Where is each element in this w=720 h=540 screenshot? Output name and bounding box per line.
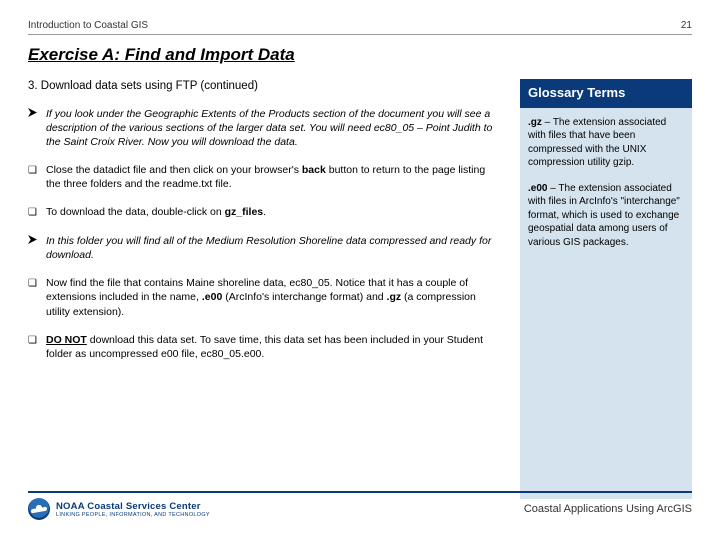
checkbox-bullet-icon: ❏ bbox=[28, 276, 46, 319]
logo-line2: LINKING PEOPLE, INFORMATION, AND TECHNOL… bbox=[56, 512, 210, 518]
list-item: If you look under the Geographic Extents… bbox=[28, 107, 506, 150]
list-item: ❏ Close the datadict file and then click… bbox=[28, 163, 506, 191]
item-text: Close the datadict file and then click o… bbox=[46, 163, 502, 191]
checkbox-bullet-icon: ❏ bbox=[28, 333, 46, 361]
glossary-entry: .e00 – The extension associated with fil… bbox=[528, 182, 684, 250]
item-text: To download the data, double-click on gz… bbox=[46, 205, 502, 220]
checkbox-bullet-icon: ❏ bbox=[28, 163, 46, 191]
footer-text: Coastal Applications Using ArcGIS bbox=[524, 503, 692, 515]
glossary-term: .e00 bbox=[528, 183, 547, 194]
list-item: ❏ DO NOT download this data set. To save… bbox=[28, 333, 506, 361]
glossary-def: – The extension associated with files in… bbox=[528, 183, 680, 248]
noaa-logo: NOAA Coastal Services Center LINKING PEO… bbox=[28, 498, 210, 520]
item-text: In this folder you will find all of the … bbox=[46, 234, 502, 262]
page-number: 21 bbox=[681, 20, 692, 31]
checkbox-bullet-icon: ❏ bbox=[28, 205, 46, 220]
section-subhead: 3. Download data sets using FTP (continu… bbox=[28, 79, 506, 95]
list-item: In this folder you will find all of the … bbox=[28, 234, 506, 262]
glossary-header: Glossary Terms bbox=[520, 79, 692, 108]
page-header: Introduction to Coastal GIS 21 bbox=[28, 20, 692, 35]
arrow-bullet-icon bbox=[28, 234, 46, 262]
exercise-title: Exercise A: Find and Import Data bbox=[28, 45, 692, 65]
noaa-seal-icon bbox=[28, 498, 50, 520]
arrow-bullet-icon bbox=[28, 107, 46, 150]
page-footer: NOAA Coastal Services Center LINKING PEO… bbox=[28, 491, 692, 520]
main-column: 3. Download data sets using FTP (continu… bbox=[28, 79, 506, 499]
list-item: ❏ Now find the file that contains Maine … bbox=[28, 276, 506, 319]
item-text: If you look under the Geographic Extents… bbox=[46, 107, 502, 150]
glossary-panel: Glossary Terms .gz – The extension assoc… bbox=[520, 79, 692, 499]
glossary-entry: .gz – The extension associated with file… bbox=[528, 116, 684, 170]
list-item: ❏ To download the data, double-click on … bbox=[28, 205, 506, 220]
glossary-def: – The extension associated with files th… bbox=[528, 117, 666, 169]
course-title: Introduction to Coastal GIS bbox=[28, 20, 148, 31]
glossary-term: .gz bbox=[528, 117, 542, 128]
item-text: DO NOT download this data set. To save t… bbox=[46, 333, 502, 361]
item-text: Now find the file that contains Maine sh… bbox=[46, 276, 502, 319]
logo-line1: NOAA Coastal Services Center bbox=[56, 501, 210, 512]
